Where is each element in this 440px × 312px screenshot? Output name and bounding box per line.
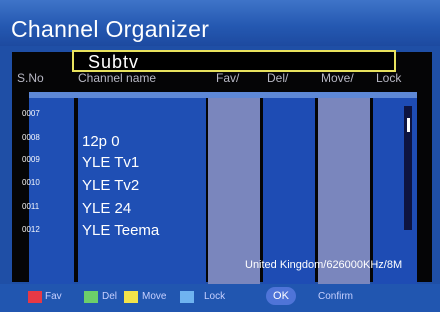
window-title: Channel Organizer	[11, 16, 210, 42]
channel-list-panel: S.No Channel name Fav/ Del/ Move/ Lock	[12, 52, 432, 288]
row-number: 0010	[22, 178, 40, 187]
header-fav: Fav/	[216, 71, 240, 85]
row-number: 0007	[22, 109, 40, 118]
channel-name[interactable]: YLE Teema	[82, 222, 159, 239]
row-number: 0011	[22, 202, 40, 211]
channel-name[interactable]: 12p 0	[82, 133, 120, 150]
legend-confirm: Confirm	[318, 291, 354, 302]
legend-lock: Lock	[204, 291, 226, 302]
blue-key-icon	[180, 291, 194, 303]
legend-move: Move	[142, 291, 167, 302]
channel-name[interactable]: YLE Tv1	[82, 154, 139, 171]
legend-del: Del	[102, 291, 118, 302]
yellow-key-icon	[124, 291, 138, 303]
header-channel-name: Channel name	[78, 71, 157, 85]
tuning-info: United Kingdom/626000KHz/8M	[245, 259, 403, 271]
channel-name[interactable]: YLE Tv2	[82, 177, 139, 194]
row-number: 0012	[22, 225, 40, 234]
ok-button[interactable]: OK	[266, 287, 296, 305]
row-number: 0008	[22, 133, 40, 142]
red-key-icon	[28, 291, 42, 303]
column-sno	[29, 92, 74, 288]
header-del: Del/	[267, 71, 289, 85]
scrollbar-thumb[interactable]	[407, 118, 410, 132]
green-key-icon	[84, 291, 98, 303]
selected-channel-name[interactable]: Subtv	[88, 52, 139, 73]
header-move: Move/	[321, 71, 354, 85]
legend-fav: Fav	[45, 291, 62, 302]
header-sno: S.No	[17, 71, 44, 85]
row-number: 0009	[22, 155, 40, 164]
header-lock: Lock	[376, 71, 402, 85]
channel-name[interactable]: YLE 24	[82, 200, 131, 217]
row-highlight-band	[29, 92, 417, 98]
